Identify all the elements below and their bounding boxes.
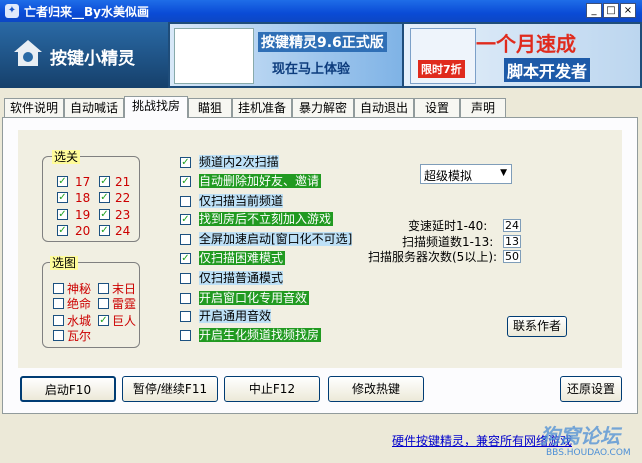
level-22-checkbox[interactable]: ✓ (99, 192, 110, 203)
option-general-sound-label: 开启通用音效 (199, 309, 272, 323)
tab-auto-exit[interactable]: 自动退出 (354, 98, 414, 117)
tab-auto-shout[interactable]: 自动喊话 (64, 98, 124, 117)
level-20-label: 20 (75, 224, 91, 238)
option-scan-twice-checkbox[interactable]: ✓ (180, 157, 191, 168)
option-hard-mode-label: 仅扫描困难模式 (199, 251, 286, 265)
tab-readme[interactable]: 软件说明 (4, 98, 64, 117)
map-fatal-label: 绝命 (67, 297, 92, 311)
option-scan-twice-label: 频道内2次扫描 (199, 155, 279, 169)
tab-afk-prep[interactable]: 挂机准备 (232, 98, 292, 117)
minimize-button[interactable]: _ (586, 3, 602, 18)
level-19-label: 19 (75, 208, 91, 222)
tab-statement[interactable]: 声明 (460, 98, 506, 117)
change-hotkey-button[interactable]: 修改热键 (328, 376, 424, 402)
ad-banner-course[interactable]: 限时7折 一个月速成 脚本开发者 (404, 24, 640, 86)
tab-challenge-room[interactable]: 挑战找房 (124, 96, 188, 118)
banner: 按键小精灵 按键精灵9.6正式版 现在马上体验 限时7折 一个月速成 脚本开发者 (0, 22, 642, 88)
tab-brute-decrypt[interactable]: 暴力解密 (292, 98, 354, 117)
contact-author-button[interactable]: 联系作者 (507, 316, 567, 337)
map-thunder-label: 雷霆 (112, 297, 137, 311)
map-doomsday-checkbox[interactable] (98, 283, 109, 294)
map-doomsday-label: 末日 (112, 282, 137, 296)
logo-text: 按键小精灵 (50, 49, 135, 69)
map-vaal-label: 瓦尔 (67, 329, 92, 343)
maximize-button[interactable]: □ (603, 3, 619, 18)
house-icon (14, 40, 42, 66)
option-general-sound-checkbox[interactable] (180, 311, 191, 322)
option-hard-mode-checkbox[interactable]: ✓ (180, 253, 191, 264)
level-23-checkbox[interactable]: ✓ (99, 209, 110, 220)
option-normal-mode-checkbox[interactable] (180, 273, 191, 284)
map-group-title: 选图 (50, 256, 79, 270)
map-watercity-checkbox[interactable] (53, 315, 64, 326)
map-mystery-checkbox[interactable] (53, 283, 64, 294)
close-button[interactable]: × (620, 3, 636, 18)
option-window-sound-label: 开启窗口化专用音效 (199, 291, 310, 305)
map-thunder-checkbox[interactable] (98, 298, 109, 309)
mode-select[interactable]: 超级模拟 ▼ (420, 164, 512, 184)
option-normal-mode-label: 仅扫描普通模式 (199, 271, 284, 285)
level-19-checkbox[interactable]: ✓ (57, 209, 68, 220)
option-no-auto-join-label: 找到房后不立刻加入游戏 (199, 212, 334, 226)
level-17-label: 17 (75, 175, 91, 189)
map-vaal-checkbox[interactable] (53, 330, 64, 341)
logo: 按键小精灵 (0, 22, 168, 88)
map-fatal-checkbox[interactable] (53, 298, 64, 309)
map-mystery-label: 神秘 (67, 282, 92, 296)
tab-strip: 软件说明 自动喊话 挑战找房 瞄狙 挂机准备 暴力解密 自动退出 设置 声明 (0, 96, 642, 118)
option-zombie-channel-checkbox[interactable] (180, 330, 191, 341)
option-window-sound-checkbox[interactable] (180, 293, 191, 304)
level-20-checkbox[interactable]: ✓ (57, 225, 68, 236)
ad-headline: 一个月速成 (476, 32, 576, 56)
site-watermark: 狗窝论坛 (540, 424, 620, 448)
scan-servers-input[interactable]: 50 (503, 250, 521, 263)
speed-delay-input[interactable]: 24 (503, 219, 521, 232)
chevron-down-icon[interactable]: ▼ (500, 168, 507, 178)
level-21-label: 21 (115, 175, 131, 189)
tab-settings[interactable]: 设置 (414, 98, 460, 117)
ad-limit-badge: 限时7折 (418, 60, 465, 78)
mode-select-value: 超级模拟 (424, 169, 473, 183)
window-title: 亡者归来__By水美似画 (24, 5, 149, 19)
start-button[interactable]: 启动F10 (20, 376, 116, 402)
level-18-checkbox[interactable]: ✓ (57, 192, 68, 203)
speed-delay-label: 变速延时1-40: (408, 219, 488, 233)
map-giant-label: 巨人 (112, 314, 137, 328)
level-24-label: 24 (115, 224, 131, 238)
app-icon: ✦ (5, 4, 19, 18)
option-current-channel-label: 仅扫描当前频道 (199, 194, 284, 208)
site-watermark-url: BBS.HOUDAO.COM (546, 448, 631, 458)
scan-channels-input[interactable]: 13 (503, 235, 521, 248)
option-no-auto-join-checkbox[interactable]: ✓ (180, 214, 191, 225)
option-fullscreen-boost-label: 全屏加速启动[窗口化不可选] (199, 232, 353, 246)
option-current-channel-checkbox[interactable] (180, 196, 191, 207)
tab-snipe[interactable]: 瞄狙 (188, 98, 232, 117)
option-zombie-channel-label: 开启生化频道找频找房 (199, 328, 322, 342)
map-watercity-label: 水城 (67, 314, 92, 328)
option-fullscreen-boost-checkbox[interactable] (180, 234, 191, 245)
screenshot-thumbnail-icon (174, 28, 254, 84)
title-bar: ✦ 亡者归来__By水美似画 _ □ × (0, 0, 642, 22)
scan-servers-label: 扫描服务器次数(5以上): (368, 250, 498, 264)
level-17-checkbox[interactable]: ✓ (57, 176, 68, 187)
ad-title: 按键精灵9.6正式版 (258, 32, 387, 52)
map-giant-checkbox[interactable]: ✓ (98, 315, 109, 326)
option-auto-delete-label: 自动删除加好友、邀请 (199, 174, 322, 188)
ad-tagline: 脚本开发者 (504, 58, 591, 82)
level-22-label: 22 (115, 191, 131, 205)
restore-settings-button[interactable]: 还原设置 (560, 376, 622, 402)
level-23-label: 23 (115, 208, 131, 222)
level-21-checkbox[interactable]: ✓ (99, 176, 110, 187)
scan-channels-label: 扫描频道数1-13: (402, 235, 494, 249)
level-18-label: 18 (75, 191, 91, 205)
level-24-checkbox[interactable]: ✓ (99, 225, 110, 236)
pause-resume-button[interactable]: 暂停/继续F11 (122, 376, 218, 402)
level-group-title: 选关 (52, 150, 81, 164)
ad-banner-version[interactable]: 按键精灵9.6正式版 现在马上体验 (170, 24, 402, 86)
option-auto-delete-checkbox[interactable]: ✓ (180, 176, 191, 187)
stop-button[interactable]: 中止F12 (224, 376, 320, 402)
ad-subtitle: 现在马上体验 (272, 62, 351, 77)
